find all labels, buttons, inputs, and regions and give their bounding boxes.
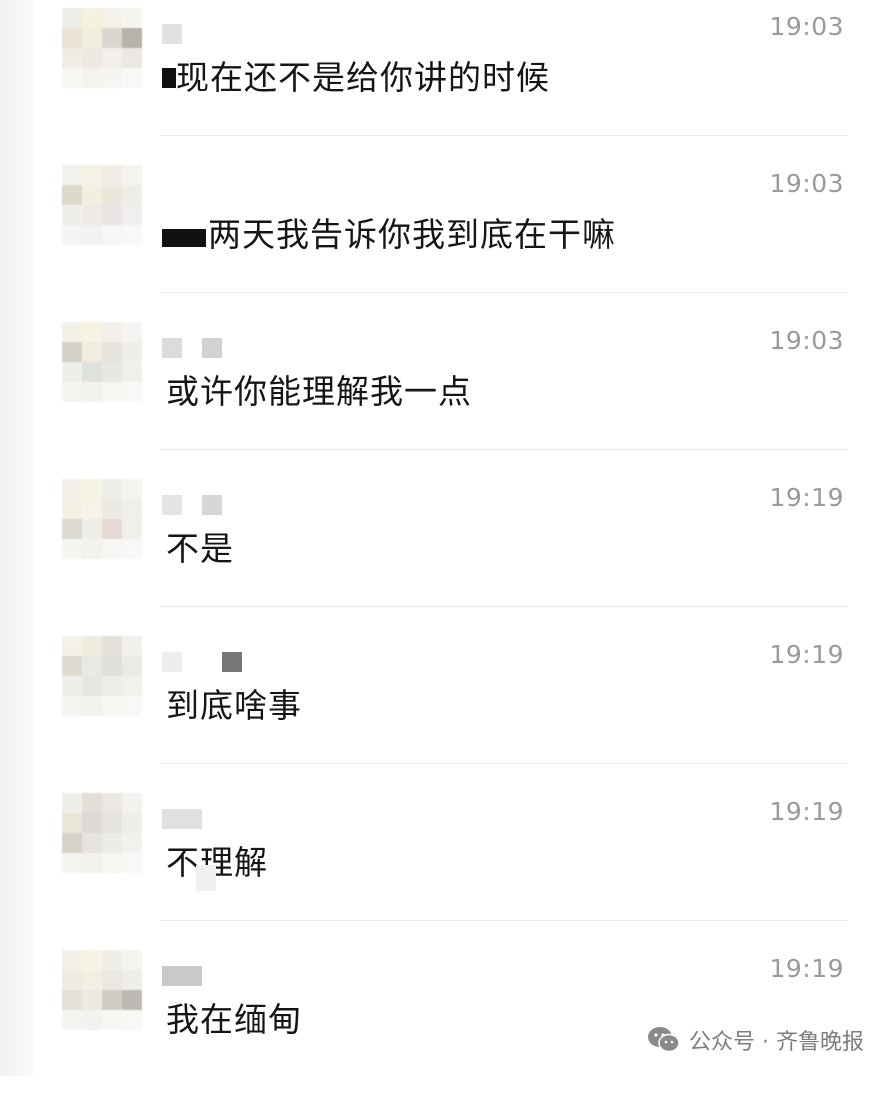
message-time: 19:03 [769,12,844,41]
message-time: 19:19 [769,640,844,669]
divider [160,606,848,607]
avatar[interactable] [62,793,142,873]
text-redaction [162,68,176,88]
list-item[interactable]: 19:19 不理解 [0,785,892,942]
avatar[interactable] [62,8,142,88]
list-item[interactable]: 19:19 我在缅甸 [0,942,892,1099]
avatar[interactable] [62,165,142,245]
avatar[interactable] [62,636,142,716]
message-text: 或许你能理解我一点 [166,372,472,411]
divider [160,449,848,450]
avatar[interactable] [62,950,142,1030]
message-time: 19:19 [769,954,844,983]
message-text: 不是 [166,529,234,568]
text-smudge [196,865,216,891]
divider [160,763,848,764]
message-time: 19:03 [769,169,844,198]
watermark: 公众号 · 齐鲁晚报 [647,1024,864,1056]
list-item[interactable]: 19:19 到底啥事 [0,628,892,785]
avatar[interactable] [62,479,142,559]
divider [160,292,848,293]
message-text: 到底啥事 [166,686,302,725]
list-item[interactable]: 19:03 两天我告诉你我到底在干嘛 [0,157,892,314]
message-time: 19:19 [769,483,844,512]
message-text: 两天我告诉你我到底在干嘛 [208,215,616,254]
divider [160,135,848,136]
message-text: 不理解 [166,843,268,882]
text-redaction [162,229,206,247]
message-text: 现在还不是给你讲的时候 [176,58,550,97]
wechat-icon [648,1027,680,1053]
watermark-text: 公众号 · 齐鲁晚报 [689,1030,864,1055]
message-time: 19:19 [769,797,844,826]
divider [160,920,848,921]
list-item[interactable]: 19:03 现在还不是给你讲的时候 [0,0,892,157]
message-text: 我在缅甸 [166,1000,302,1039]
avatar[interactable] [62,322,142,402]
list-item[interactable]: 19:19 不是 [0,471,892,628]
list-item[interactable]: 19:03 或许你能理解我一点 [0,314,892,471]
message-time: 19:03 [769,326,844,355]
